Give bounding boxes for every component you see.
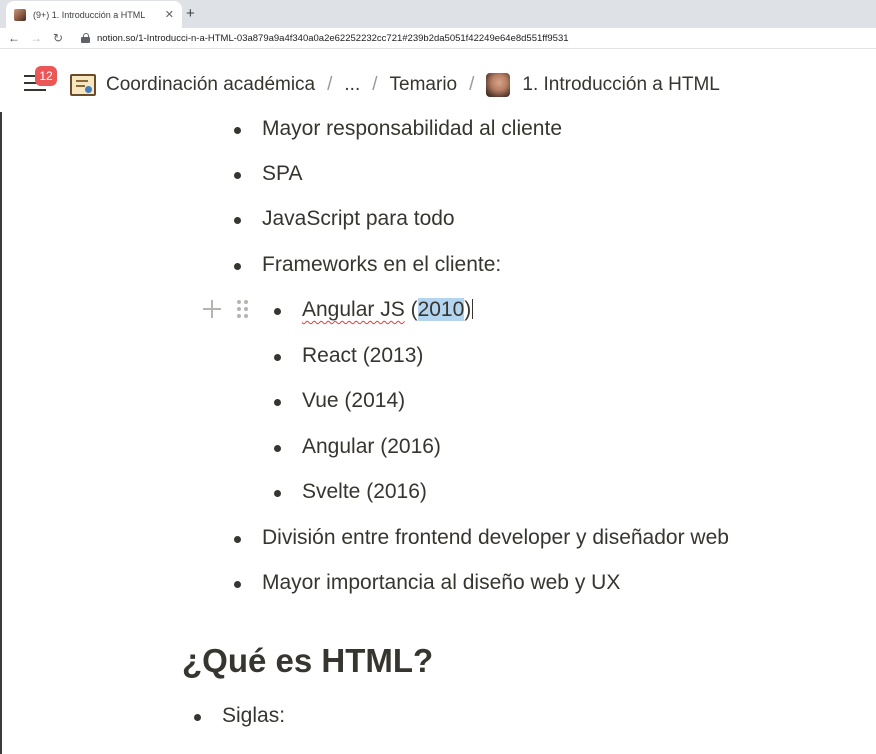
paren-close: ): [464, 298, 472, 321]
bullet-dot: [194, 714, 201, 721]
list-item-text[interactable]: Siglas:: [222, 704, 285, 728]
breadcrumb-coordinacion[interactable]: Coordinación académica: [106, 74, 315, 96]
list-item-text[interactable]: División entre frontend developer y dise…: [262, 526, 729, 550]
add-block-plus-icon[interactable]: [202, 299, 222, 319]
bullet-dot: [274, 308, 281, 315]
bullet-dot: [274, 399, 281, 406]
text-selection[interactable]: 2010: [417, 298, 465, 321]
list-item-text[interactable]: Frameworks en el cliente:: [262, 253, 501, 277]
bullet-dot: [234, 217, 241, 224]
bullet-dot: [274, 354, 281, 361]
browser-toolbar: ← → ↻ notion.so/1-Introducci-n-a-HTML-03…: [0, 28, 876, 49]
bullet-dot: [234, 536, 241, 543]
list-item-text[interactable]: React (2013): [302, 344, 423, 368]
lock-icon[interactable]: [81, 32, 90, 44]
list-item-text[interactable]: Mayor importancia al diseño web y UX: [262, 571, 620, 595]
drag-handle-icon[interactable]: [236, 298, 250, 320]
list-item-text[interactable]: Angular JS (2010): [302, 298, 474, 322]
breadcrumb-current-page[interactable]: 1. Introducción a HTML: [522, 74, 719, 96]
list-item-text[interactable]: JavaScript para todo: [262, 207, 455, 231]
tab-close-icon[interactable]: ✕: [165, 8, 174, 21]
list-item-text[interactable]: SPA: [262, 162, 302, 186]
list-item-text[interactable]: Angular (2016): [302, 435, 441, 459]
new-tab-button[interactable]: +: [186, 5, 195, 22]
back-arrow-icon[interactable]: ←: [3, 31, 25, 45]
bullet-dot: [274, 490, 281, 497]
bullet-dot: [234, 127, 241, 134]
bullet-dot: [234, 263, 241, 270]
breadcrumb: Coordinación académica / ... / Temario /…: [70, 71, 720, 99]
breadcrumb-separator: /: [327, 74, 333, 95]
tab-title: (9+) 1. Introducción a HTML: [33, 9, 146, 20]
section-heading[interactable]: ¿Qué es HTML?: [182, 642, 433, 680]
page-content: Mayor responsabilidad al cliente SPA Jav…: [0, 112, 876, 754]
reload-icon[interactable]: ↻: [47, 31, 69, 45]
browser-tab[interactable]: (9+) 1. Introducción a HTML ✕: [6, 1, 182, 28]
text-cursor: [472, 299, 474, 319]
misspelled-word[interactable]: Angular JS: [302, 298, 405, 321]
bullet-dot: [234, 172, 241, 179]
tab-favicon-icon: [14, 8, 26, 21]
notification-badge[interactable]: 12: [35, 66, 57, 86]
notion-topbar: 12 Coordinación académica / ... / Temari…: [0, 50, 876, 112]
breadcrumb-separator: /: [469, 74, 475, 95]
breadcrumb-ellipsis[interactable]: ...: [344, 74, 360, 96]
forward-arrow-icon[interactable]: →: [25, 31, 47, 45]
paren-open: (: [404, 298, 418, 321]
avatar-icon: [486, 73, 511, 97]
list-item-text[interactable]: Vue (2014): [302, 389, 405, 413]
browser-tabstrip: (9+) 1. Introducción a HTML ✕ +: [0, 0, 876, 28]
bullet-dot: [234, 581, 241, 588]
breadcrumb-temario[interactable]: Temario: [390, 74, 458, 96]
address-bar[interactable]: notion.so/1-Introducci-n-a-HTML-03a879a9…: [97, 33, 569, 44]
list-item-text[interactable]: Svelte (2016): [302, 480, 427, 504]
bullet-dot: [274, 445, 281, 452]
breadcrumb-separator: /: [372, 74, 378, 95]
list-item-text[interactable]: Mayor responsabilidad al cliente: [262, 117, 562, 141]
certificate-icon: [70, 74, 96, 96]
